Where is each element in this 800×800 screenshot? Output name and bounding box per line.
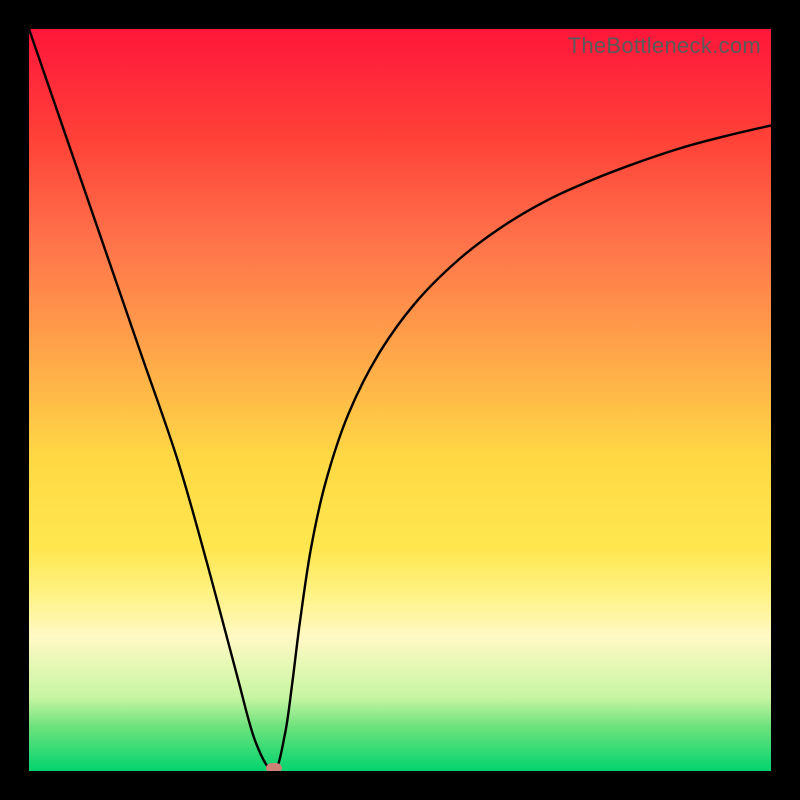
- bottleneck-curve: [29, 29, 771, 771]
- curve-minimum-marker: [266, 763, 282, 771]
- watermark-label: TheBottleneck.com: [568, 33, 761, 59]
- chart-plot-area: TheBottleneck.com: [29, 29, 771, 771]
